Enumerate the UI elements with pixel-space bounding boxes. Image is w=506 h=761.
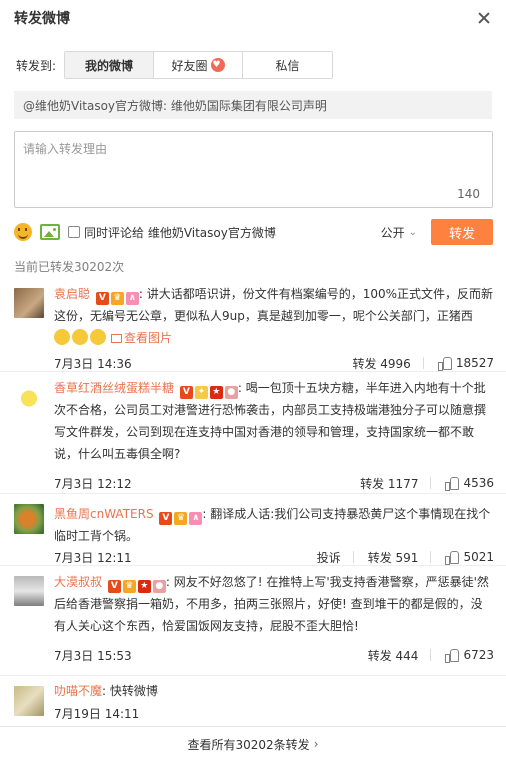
also-comment-checkbox[interactable] — [68, 226, 80, 238]
char-counter: 140 — [457, 187, 480, 201]
composer-toolbar: 同时评论给 维他奶Vitasoy官方微博 公开 ⌄ 转发 — [14, 218, 493, 246]
crown-icon: ♛ — [174, 512, 188, 525]
emoji-laugh-icon — [72, 329, 88, 345]
like-action[interactable]: 4536 — [445, 476, 494, 491]
repost-meta: 7月3日 12:11 投诉 转发 591 5021 — [54, 548, 494, 566]
avatar[interactable] — [14, 576, 44, 606]
list-item: 香草红酒丝绒蛋糕半糖 V ✦ ★ ●: 喝一包顶十五块方糖，半年进入内地有十个批次不合… — [0, 372, 506, 494]
repost-target-segmented: 我的微博 好友圈 私信 — [64, 51, 333, 79]
repost-meta: 7月19日 14:11 — [54, 704, 494, 722]
username-link[interactable]: 叻喵不魔 — [54, 684, 102, 698]
quoted-post: @维他奶Vitasoy官方微博: 维他奶国际集团有限公司声明 — [14, 91, 492, 119]
crown-icon: ♛ — [122, 580, 136, 593]
thumbs-up-icon — [437, 357, 452, 371]
list-item: 大漠叔叔 V ♛ ★ ●: 网友不好忽悠了! 在推特上写'我支持香港警察，严惩暴徒'然… — [0, 566, 506, 676]
chevron-right-icon: › — [313, 737, 319, 751]
view-image-label: 查看图片 — [124, 331, 173, 345]
repost-reason-placeholder: 请输入转发理由 — [23, 142, 108, 156]
image-icon — [111, 334, 122, 343]
view-image-link[interactable]: 查看图片 — [111, 331, 172, 345]
username-link[interactable]: 黑鱼周cnWATERS — [54, 507, 154, 521]
like-action[interactable]: 5021 — [445, 550, 494, 565]
verified-icon: V — [95, 292, 109, 305]
medal-icon: ● — [152, 580, 166, 593]
timestamp: 7月3日 12:11 — [54, 550, 132, 565]
report-action[interactable]: 投诉 — [317, 549, 341, 566]
thumbs-up-icon — [445, 477, 460, 491]
repost-reason-input[interactable]: 请输入转发理由 140 — [14, 131, 493, 208]
verified-icon: V — [107, 580, 121, 593]
repost-content: 大漠叔叔 V ♛ ★ ●: 网友不好忽悠了! 在推特上写'我支持香港警察，严惩暴徒'然… — [54, 571, 494, 637]
timestamp: 7月3日 15:53 — [54, 648, 132, 663]
also-comment-label: 同时评论给 维他奶Vitasoy官方微博 — [84, 225, 276, 240]
repost-action[interactable]: 转发 1177 — [360, 475, 418, 492]
like-count: 6723 — [463, 648, 494, 662]
like-count: 18527 — [455, 356, 494, 370]
tab-private-message[interactable]: 私信 — [243, 52, 332, 78]
medal-icon: ∧ — [189, 512, 203, 525]
visibility-value: 公开 — [380, 225, 405, 240]
repost-button[interactable]: 转发 — [431, 219, 493, 245]
tab-my-weibo[interactable]: 我的微博 — [65, 52, 154, 78]
heart-icon — [210, 58, 225, 72]
repost-content: 黑鱼周cnWATERS V ♛ ∧: 翻译成人话:我们公司支持暴恐黄尸这个事情现在找… — [54, 503, 494, 547]
avatar[interactable] — [14, 382, 44, 412]
repost-action[interactable]: 转发 4996 — [352, 355, 410, 372]
close-icon[interactable] — [476, 10, 492, 26]
list-item: 黑鱼周cnWATERS V ♛ ∧: 翻译成人话:我们公司支持暴恐黄尸这个事情现在找… — [0, 494, 506, 566]
tab-private-message-label: 私信 — [275, 58, 300, 73]
timestamp: 7月3日 14:36 — [54, 356, 132, 371]
dialog-title: 转发微博 — [14, 11, 70, 27]
quoted-post-text: @维他奶Vitasoy官方微博: 维他奶国际集团有限公司声明 — [23, 98, 327, 113]
repost-target-label: 转发到: — [16, 58, 57, 73]
view-all-reposts-link[interactable]: 查看所有30202条转发 › — [0, 726, 506, 761]
tab-friends-circle-label: 好友圈 — [171, 58, 208, 73]
like-action[interactable]: 18527 — [437, 356, 494, 371]
medal-icon: ∧ — [125, 292, 139, 305]
repost-meta: 7月3日 15:53 转发 444 6723 — [54, 646, 494, 664]
emoji-laugh-icon — [54, 329, 70, 345]
username-link[interactable]: 香草红酒丝绒蛋糕半糖 — [54, 381, 174, 395]
crown-icon: ♛ — [110, 292, 124, 305]
repost-meta: 7月3日 14:36 转发 4996 18527 — [54, 354, 494, 372]
repost-text: : 快转微博 — [102, 684, 158, 698]
list-item: 袁启聪 V ♛ ∧: 讲大话都唔识讲，份文件有档案编号的，100%正式文件，反而新这… — [0, 278, 506, 372]
tab-my-weibo-label: 我的微博 — [84, 58, 133, 73]
china-flag-icon: ★ — [209, 386, 223, 399]
repost-target-row: 转发到: 我的微博 好友圈 私信 — [16, 51, 333, 79]
repost-content: 袁启聪 V ♛ ∧: 讲大话都唔识讲，份文件有档案编号的，100%正式文件，反而新这… — [54, 283, 494, 349]
emoji-icon[interactable] — [14, 223, 32, 241]
verified-icon: V — [159, 512, 173, 525]
repost-content: 香草红酒丝绒蛋糕半糖 V ✦ ★ ●: 喝一包顶十五块方糖，半年进入内地有十个批次不合… — [54, 377, 494, 465]
like-action[interactable]: 6723 — [445, 648, 494, 663]
repost-action[interactable]: 转发 591 — [368, 549, 419, 566]
emoji-laugh-icon — [90, 329, 106, 345]
like-count: 5021 — [463, 550, 494, 564]
avatar[interactable] — [14, 288, 44, 318]
view-all-label: 查看所有30202条转发 — [187, 737, 310, 752]
list-item: 叻喵不魔: 快转微博 7月19日 14:11 — [0, 676, 506, 726]
dialog-header: 转发微博 — [0, 0, 506, 36]
china-flag-icon: ★ — [137, 580, 151, 593]
timestamp: 7月19日 14:11 — [54, 706, 140, 721]
visibility-dropdown[interactable]: 公开 ⌄ — [381, 224, 417, 241]
avatar[interactable] — [14, 504, 44, 534]
username-link[interactable]: 大漠叔叔 — [54, 575, 102, 589]
avatar[interactable] — [14, 686, 44, 716]
popcorn-icon: ✦ — [194, 386, 208, 399]
repost-meta: 7月3日 12:12 转发 1177 4536 — [54, 474, 494, 492]
thumbs-up-icon — [445, 551, 460, 565]
tab-friends-circle[interactable]: 好友圈 — [154, 52, 243, 78]
like-count: 4536 — [463, 476, 494, 490]
repost-content: 叻喵不魔: 快转微博 — [54, 680, 494, 702]
image-icon[interactable] — [40, 224, 60, 240]
verified-icon: V — [179, 386, 193, 399]
repost-count: 当前已转发30202次 — [14, 260, 125, 274]
repost-action[interactable]: 转发 444 — [368, 647, 419, 664]
chevron-down-icon: ⌄ — [408, 226, 417, 238]
username-link[interactable]: 袁启聪 — [54, 287, 90, 301]
medal-icon: ● — [224, 386, 238, 399]
thumbs-up-icon — [445, 649, 460, 663]
timestamp: 7月3日 12:12 — [54, 476, 132, 491]
